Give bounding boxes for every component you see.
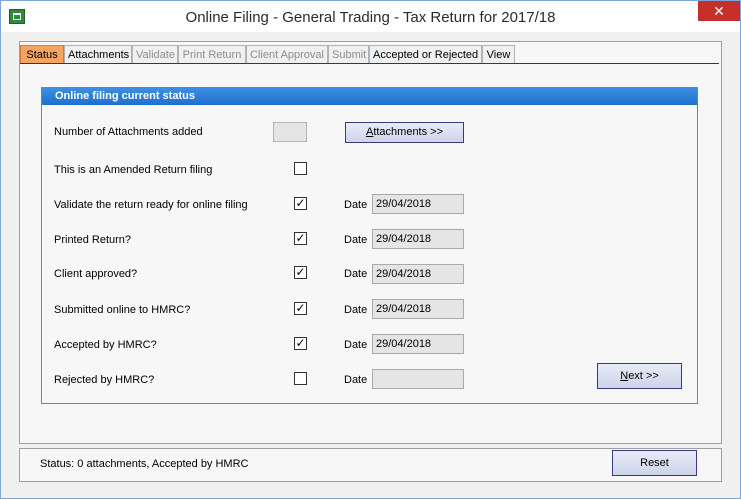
next-button-mnemonic: N — [620, 370, 629, 382]
accepted-label: Accepted by HMRC? — [54, 339, 157, 351]
tab-attachments[interactable]: Attachments — [64, 45, 132, 63]
rejected-label: Rejected by HMRC? — [54, 374, 155, 386]
printed-return-label: Printed Return? — [54, 234, 132, 246]
submitted-date-label: Date — [344, 304, 368, 316]
checkmark-icon: ✓ — [295, 231, 306, 245]
submitted-label: Submitted online to HMRC? — [54, 304, 191, 316]
printed-date-field[interactable]: 29/04/2018 — [372, 229, 464, 249]
checkmark-icon: ✓ — [295, 196, 306, 210]
tab-divider — [20, 63, 719, 64]
submitted-checkbox[interactable]: ✓ — [294, 302, 307, 315]
rejected-checkbox[interactable] — [294, 372, 307, 385]
window-title: Online Filing - General Trading - Tax Re… — [185, 9, 556, 26]
close-icon: ✕ — [713, 3, 725, 19]
checkmark-icon: ✓ — [295, 265, 306, 279]
next-button-label: ext >> — [628, 370, 659, 382]
tab-print-return: Print Return — [178, 45, 246, 63]
validate-date-field[interactable]: 29/04/2018 — [372, 194, 464, 214]
attachments-count-label: Number of Attachments added — [54, 126, 203, 138]
next-button[interactable]: Next >> — [597, 363, 682, 389]
rejected-date-label: Date — [344, 374, 368, 386]
checkmark-icon: ✓ — [295, 336, 306, 350]
status-text: Status: 0 attachments, Accepted by HMRC — [40, 458, 249, 470]
tab-status[interactable]: Status — [20, 45, 64, 63]
title-bar[interactable]: Online Filing - General Trading - Tax Re… — [1, 1, 740, 32]
client-approved-label: Client approved? — [54, 268, 138, 280]
reset-button[interactable]: Reset — [612, 450, 697, 476]
printed-return-checkbox[interactable]: ✓ — [294, 232, 307, 245]
tab-accepted-or-rejected[interactable]: Accepted or Rejected — [369, 45, 482, 63]
submitted-date-field[interactable]: 29/04/2018 — [372, 299, 464, 319]
attachments-button-label: ttachments >> — [373, 126, 444, 138]
accepted-date-label: Date — [344, 339, 368, 351]
amended-return-checkbox[interactable] — [294, 162, 307, 175]
attachments-button[interactable]: Attachments >> — [345, 122, 464, 143]
client-approved-date-field[interactable]: 29/04/2018 — [372, 264, 464, 284]
attachments-count-field — [273, 122, 307, 142]
accepted-date-field[interactable]: 29/04/2018 — [372, 334, 464, 354]
tab-client-approval: Client Approval — [246, 45, 328, 63]
accepted-checkbox[interactable]: ✓ — [294, 337, 307, 350]
tab-view[interactable]: View — [482, 45, 515, 63]
client-approved-date-label: Date — [344, 268, 368, 280]
amended-return-label: This is an Amended Return filing — [54, 164, 213, 176]
tab-validate: Validate — [132, 45, 178, 63]
validate-label: Validate the return ready for online fil… — [54, 199, 248, 211]
validate-date-label: Date — [344, 199, 368, 211]
rejected-date-field[interactable] — [372, 369, 464, 389]
tab-submit: Submit — [328, 45, 369, 63]
checkmark-icon: ✓ — [295, 301, 306, 315]
validate-checkbox[interactable]: ✓ — [294, 197, 307, 210]
printed-date-label: Date — [344, 234, 368, 246]
close-button[interactable]: ✕ — [698, 1, 740, 21]
group-title: Online filing current status — [42, 88, 697, 105]
client-approved-checkbox[interactable]: ✓ — [294, 266, 307, 279]
